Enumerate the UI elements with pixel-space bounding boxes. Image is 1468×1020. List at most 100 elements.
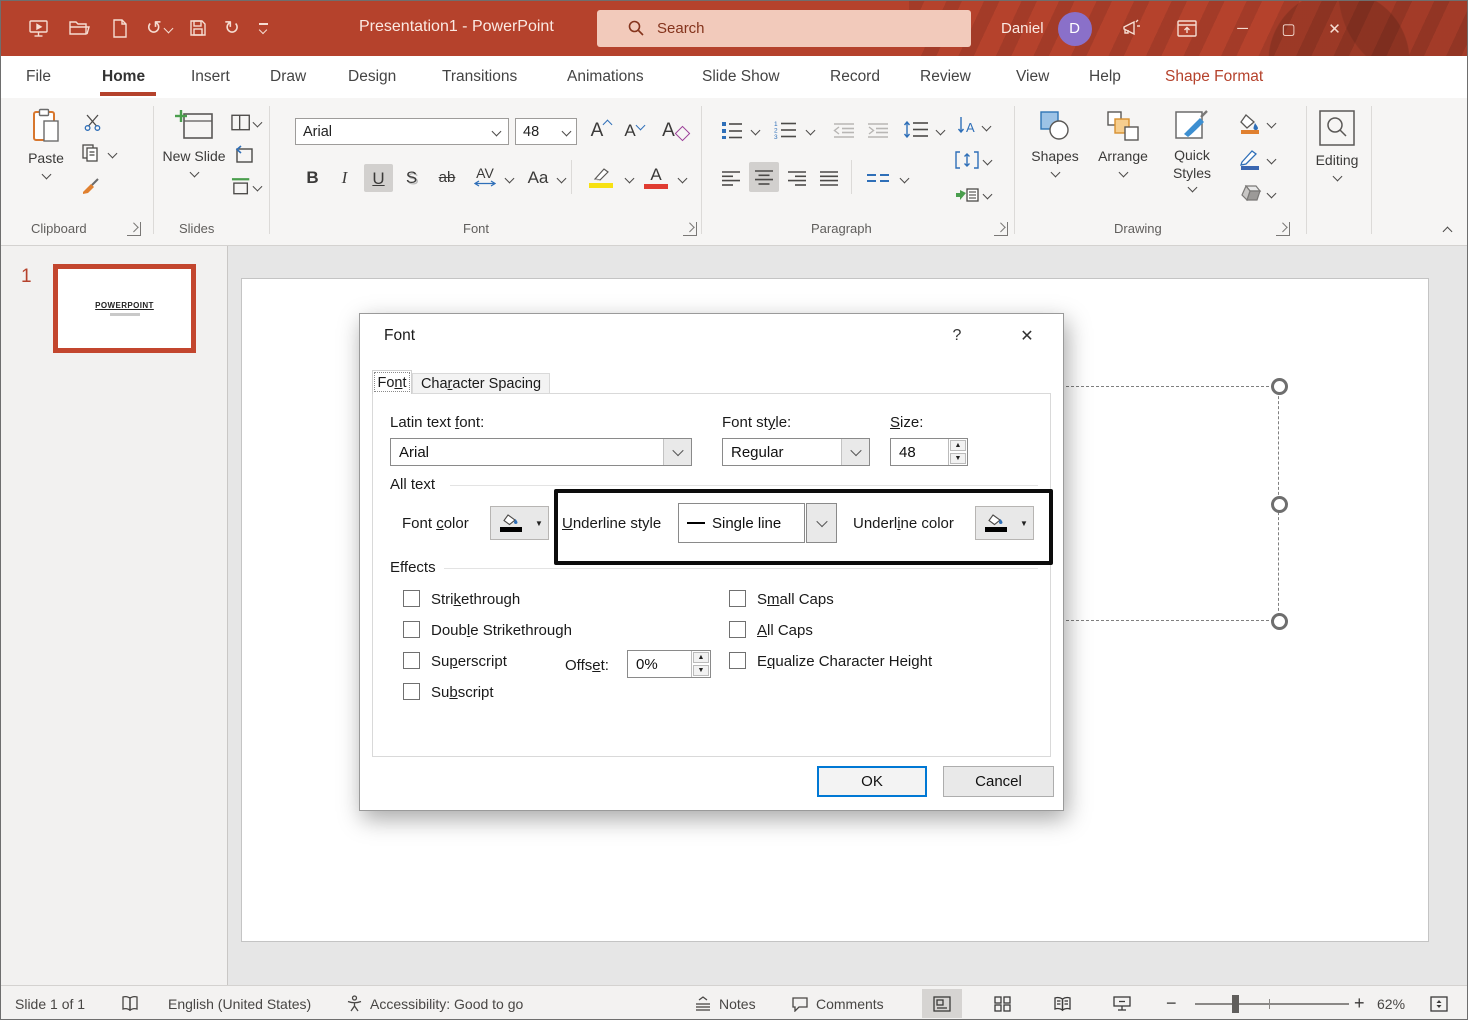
resize-handle-top-right[interactable] xyxy=(1271,378,1288,395)
quick-styles-button[interactable]: Quick Styles xyxy=(1159,110,1225,193)
notes-button[interactable]: Notes xyxy=(694,986,756,1019)
undo-button[interactable]: ↺ xyxy=(146,19,174,38)
strikethrough-button[interactable]: ab xyxy=(432,164,462,191)
combobox-dropdown-button[interactable] xyxy=(663,439,691,465)
shape-outline-button[interactable] xyxy=(1235,146,1279,172)
text-direction-button[interactable]: A xyxy=(951,112,995,140)
font-color-picker-button[interactable]: ▼ xyxy=(490,506,549,540)
tab-review[interactable]: Review xyxy=(918,56,973,98)
bold-button[interactable]: B xyxy=(300,164,325,191)
decrease-indent-button[interactable] xyxy=(829,116,859,143)
change-case-button[interactable]: Aa xyxy=(522,164,554,191)
chevron-down-icon[interactable] xyxy=(935,125,946,136)
small-caps-checkbox[interactable] xyxy=(729,590,746,607)
dialog-close-button[interactable]: ✕ xyxy=(1010,322,1044,350)
tab-animations[interactable]: Animations xyxy=(565,56,646,98)
chevron-down-icon[interactable] xyxy=(107,148,118,159)
slide-indicator[interactable]: Slide 1 of 1 xyxy=(15,986,85,1019)
font-dialog-launcher[interactable] xyxy=(683,222,697,236)
chevron-down-icon[interactable] xyxy=(899,173,910,184)
fit-to-window-button[interactable] xyxy=(1421,989,1457,1018)
slide-sorter-view-button[interactable] xyxy=(982,989,1022,1018)
underline-style-combobox[interactable]: Single line xyxy=(678,503,805,543)
increase-indent-button[interactable] xyxy=(863,116,893,143)
equalize-character-height-checkbox[interactable] xyxy=(729,652,746,669)
size-spinner[interactable]: 48 ▲ ▼ xyxy=(890,438,968,466)
accessibility-status[interactable]: Accessibility: Good to go xyxy=(346,986,523,1019)
font-family-combobox[interactable]: Arial xyxy=(295,118,509,145)
zoom-in-button[interactable]: + xyxy=(1354,986,1365,1019)
editing-button[interactable]: Editing xyxy=(1311,110,1363,182)
cut-button[interactable] xyxy=(79,110,105,134)
subscript-checkbox[interactable] xyxy=(403,683,420,700)
chevron-down-icon[interactable] xyxy=(624,173,635,184)
chevron-down-icon[interactable] xyxy=(805,125,816,136)
ribbon-display-options-icon[interactable] xyxy=(1172,12,1202,46)
color-dropdown-arrow[interactable]: ▼ xyxy=(530,519,548,528)
spin-up-button[interactable]: ▲ xyxy=(693,652,709,663)
slide-show-button[interactable] xyxy=(1102,989,1142,1018)
italic-button[interactable]: I xyxy=(332,164,357,191)
chevron-down-icon[interactable] xyxy=(677,173,688,184)
spin-down-button[interactable]: ▼ xyxy=(950,453,966,464)
slide-layout-button[interactable] xyxy=(231,110,263,134)
normal-view-button[interactable] xyxy=(922,989,962,1018)
text-highlight-color-button[interactable] xyxy=(582,160,620,194)
combobox-dropdown-button[interactable] xyxy=(841,439,869,465)
paste-button[interactable]: Paste xyxy=(21,108,71,180)
shapes-button[interactable]: Shapes xyxy=(1027,110,1083,178)
language-indicator[interactable]: English (United States) xyxy=(168,986,311,1019)
zoom-out-button[interactable]: − xyxy=(1166,986,1177,1019)
numbering-button[interactable]: 123 xyxy=(769,116,801,143)
chevron-down-icon[interactable] xyxy=(504,173,515,184)
columns-button[interactable] xyxy=(861,164,895,191)
reading-view-button[interactable] xyxy=(1042,989,1082,1018)
tab-record[interactable]: Record xyxy=(828,56,882,98)
zoom-slider-thumb[interactable] xyxy=(1232,995,1239,1013)
spin-down-button[interactable]: ▼ xyxy=(693,665,709,676)
dialog-tab-character-spacing[interactable]: Character Spacing xyxy=(412,373,550,394)
spell-check-icon[interactable] xyxy=(121,986,139,1019)
font-style-combobox[interactable]: Regular xyxy=(722,438,870,466)
search-input[interactable]: Search xyxy=(597,10,971,47)
all-caps-checkbox[interactable] xyxy=(729,621,746,638)
cancel-button[interactable]: Cancel xyxy=(943,766,1054,797)
align-left-button[interactable] xyxy=(717,164,745,191)
convert-to-smartart-button[interactable] xyxy=(951,180,995,208)
align-center-button[interactable] xyxy=(749,162,779,192)
copy-button[interactable] xyxy=(77,140,103,166)
tab-shape-format[interactable]: Shape Format xyxy=(1163,56,1265,98)
avatar[interactable]: D xyxy=(1057,11,1092,46)
new-slide-button[interactable]: New Slide xyxy=(161,108,227,178)
tab-help[interactable]: Help xyxy=(1087,56,1123,98)
redo-icon[interactable]: ↻ xyxy=(224,19,240,38)
resize-handle-middle-right[interactable] xyxy=(1271,496,1288,513)
tab-transitions[interactable]: Transitions xyxy=(440,56,519,98)
resize-handle-bottom-right[interactable] xyxy=(1271,613,1288,630)
decrease-font-size-button[interactable]: A xyxy=(619,116,649,144)
clipboard-dialog-launcher[interactable] xyxy=(127,222,141,236)
spin-up-button[interactable]: ▲ xyxy=(950,440,966,451)
customize-qat-icon[interactable] xyxy=(258,23,268,34)
align-text-button[interactable] xyxy=(951,146,995,174)
tab-slide-show[interactable]: Slide Show xyxy=(700,56,782,98)
dialog-tab-font[interactable]: Font xyxy=(372,370,412,394)
tab-view[interactable]: View xyxy=(1014,56,1051,98)
shape-fill-button[interactable] xyxy=(1235,110,1279,136)
tab-design[interactable]: Design xyxy=(346,56,398,98)
tab-insert[interactable]: Insert xyxy=(189,56,232,98)
reset-slide-button[interactable] xyxy=(231,142,255,166)
tab-file[interactable]: File xyxy=(24,56,53,98)
strikethrough-checkbox[interactable] xyxy=(403,590,420,607)
dialog-help-button[interactable]: ? xyxy=(940,322,974,350)
line-spacing-button[interactable] xyxy=(899,116,933,143)
tab-draw[interactable]: Draw xyxy=(268,56,308,98)
start-slideshow-icon[interactable] xyxy=(23,11,53,45)
increase-font-size-button[interactable]: A xyxy=(586,116,616,144)
chevron-down-icon[interactable] xyxy=(750,125,761,136)
chevron-down-icon[interactable] xyxy=(556,173,567,184)
feedback-megaphone-icon[interactable] xyxy=(1116,12,1146,46)
bullets-button[interactable] xyxy=(717,116,747,143)
drawing-dialog-launcher[interactable] xyxy=(1276,222,1290,236)
font-color-button[interactable]: A xyxy=(639,160,673,194)
